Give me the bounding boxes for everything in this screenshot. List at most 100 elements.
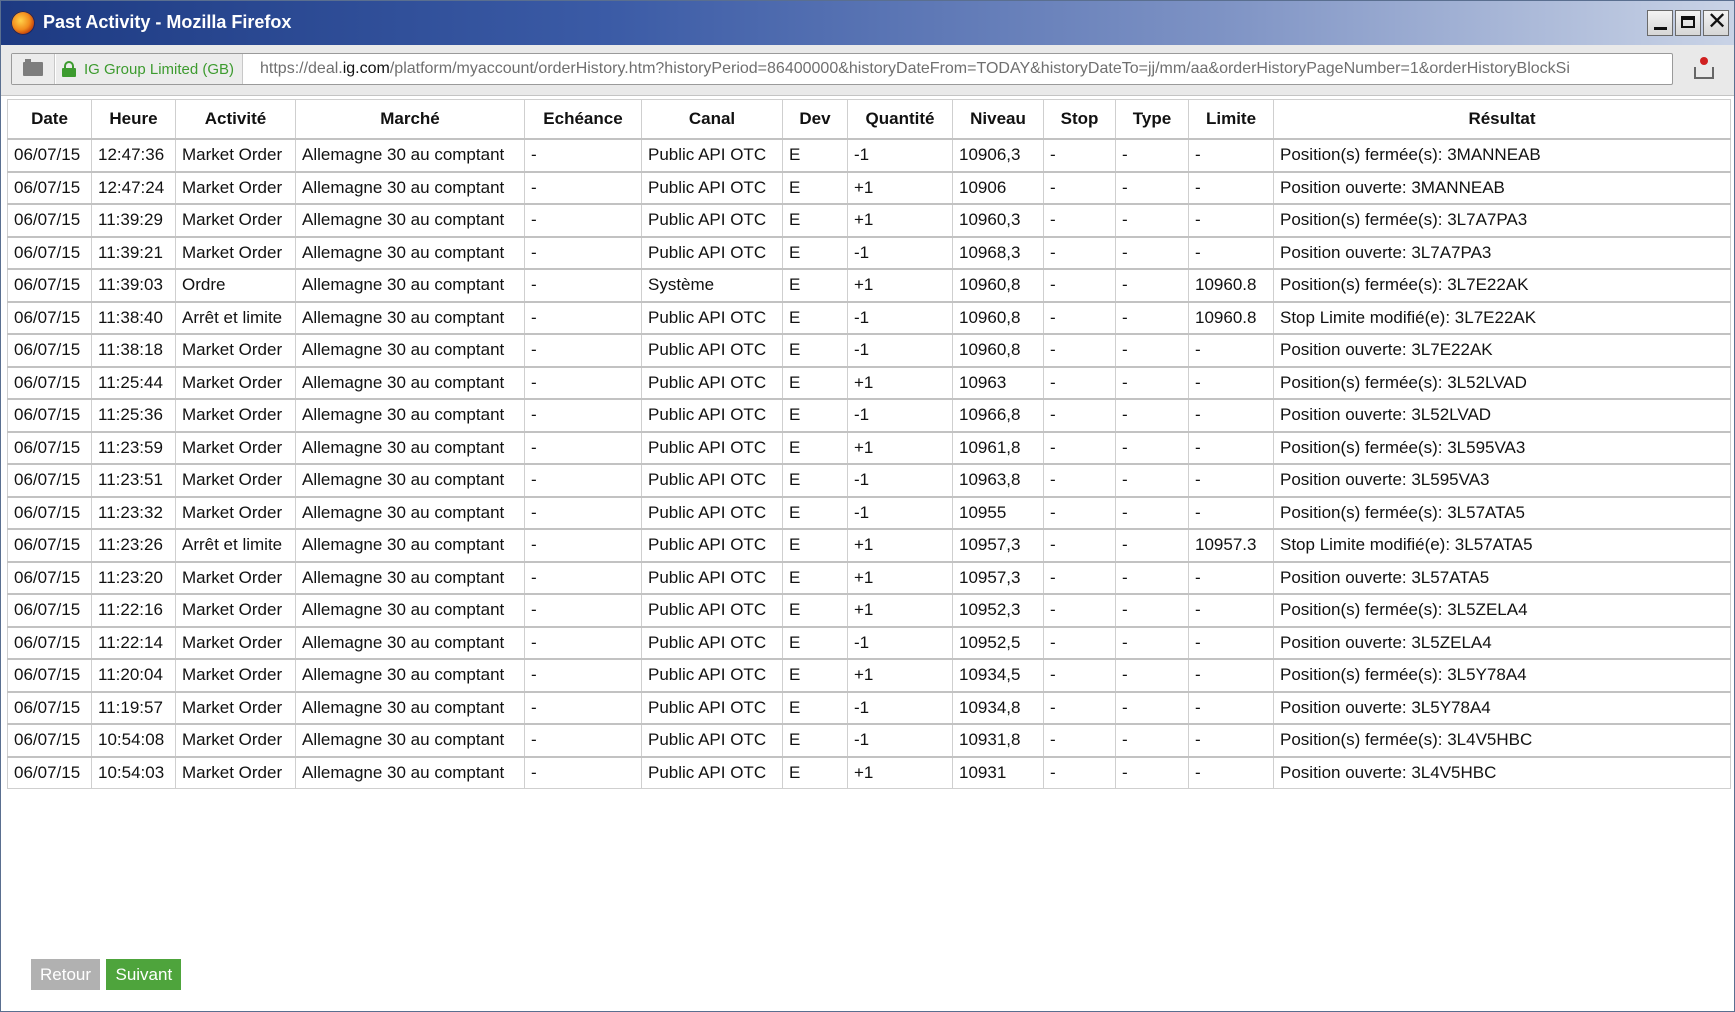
column-header-channel[interactable]: Canal (641, 99, 783, 140)
cell-channel: Public API OTC (641, 528, 783, 562)
cell-stop: - (1043, 333, 1116, 367)
cell-activity: Market Order (175, 755, 296, 789)
column-header-expiry[interactable]: Echéance (524, 99, 642, 140)
table-header-row: Date Heure Activité Marché Echéance Cana… (7, 99, 1731, 140)
cell-time: 11:23:51 (91, 463, 176, 497)
cell-level: 10960,3 (952, 203, 1044, 237)
cell-date: 06/07/15 (7, 723, 92, 757)
cell-result: Position ouverte: 3L7A7PA3 (1273, 235, 1731, 270)
cell-stop: - (1043, 690, 1116, 725)
cell-date: 06/07/15 (7, 755, 92, 789)
addon-notification-icon[interactable] (1691, 55, 1717, 81)
cell-stop: - (1043, 170, 1116, 205)
next-button[interactable]: Suivant (106, 959, 182, 990)
cell-date: 06/07/15 (7, 463, 92, 497)
cell-activity: Arrêt et limite (175, 528, 296, 562)
column-header-limit[interactable]: Limite (1188, 99, 1274, 140)
cell-date: 06/07/15 (7, 690, 92, 725)
url-field[interactable]: IG Group Limited (GB) https://deal.ig.co… (11, 53, 1673, 85)
pagination: Retour Suivant (31, 959, 183, 990)
cell-level: 10957,3 (952, 528, 1044, 562)
cell-currency: E (782, 170, 848, 205)
cell-channel: Public API OTC (641, 430, 783, 465)
cell-stop: - (1043, 560, 1116, 595)
cell-time: 11:22:16 (91, 593, 176, 627)
cell-market: Allemagne 30 au comptant (295, 398, 525, 432)
column-header-activity[interactable]: Activité (175, 99, 296, 140)
cell-stop: - (1043, 430, 1116, 465)
cell-level: 10968,3 (952, 235, 1044, 270)
cell-result: Position ouverte: 3L5ZELA4 (1273, 625, 1731, 660)
cell-expiry: - (524, 300, 642, 335)
cell-time: 11:23:32 (91, 495, 176, 530)
maximize-icon (1681, 16, 1695, 28)
url-text[interactable]: https://deal.ig.com/platform/myaccount/o… (260, 60, 1664, 78)
page-content: Date Heure Activité Marché Echéance Cana… (5, 97, 1732, 1007)
cell-date: 06/07/15 (7, 235, 92, 270)
column-header-quantity[interactable]: Quantité (847, 99, 953, 140)
cell-type: - (1115, 463, 1189, 497)
cell-limit: - (1188, 495, 1274, 530)
cell-quantity: +1 (847, 658, 953, 692)
cell-time: 11:38:40 (91, 300, 176, 335)
cell-limit: - (1188, 463, 1274, 497)
minimize-icon (1654, 27, 1667, 30)
column-header-currency[interactable]: Dev (782, 99, 848, 140)
cell-limit: 10957.3 (1188, 528, 1274, 562)
cell-date: 06/07/15 (7, 333, 92, 367)
cell-limit: - (1188, 593, 1274, 627)
cell-market: Allemagne 30 au comptant (295, 365, 525, 400)
cell-currency: E (782, 690, 848, 725)
cell-activity: Market Order (175, 593, 296, 627)
cell-market: Allemagne 30 au comptant (295, 463, 525, 497)
column-header-stop[interactable]: Stop (1043, 99, 1116, 140)
cell-currency: E (782, 235, 848, 270)
column-header-date[interactable]: Date (7, 99, 92, 140)
column-header-market[interactable]: Marché (295, 99, 525, 140)
table-row: 06/07/15 10:54:08 Market Order Allemagne 30… (7, 723, 1731, 757)
cell-result: Position ouverte: 3L7E22AK (1273, 333, 1731, 367)
cell-time: 11:23:20 (91, 560, 176, 595)
cell-market: Allemagne 30 au comptant (295, 430, 525, 465)
table-row: 06/07/15 11:23:26 Arrêt et limite Allemagne… (7, 528, 1731, 562)
close-button[interactable]: ✕ (1703, 9, 1729, 36)
cell-type: - (1115, 690, 1189, 725)
cell-date: 06/07/15 (7, 365, 92, 400)
cell-expiry: - (524, 203, 642, 237)
cell-stop: - (1043, 658, 1116, 692)
cell-currency: E (782, 723, 848, 757)
table-row: 06/07/15 11:23:59 Market Order Allemagne 30… (7, 430, 1731, 465)
url-path: /platform/myaccount/orderHistory.htm?his… (389, 60, 1570, 77)
minimize-button[interactable] (1647, 10, 1673, 36)
cell-limit: - (1188, 690, 1274, 725)
cell-result: Position(s) fermée(s): 3MANNEAB (1273, 138, 1731, 172)
cell-time: 10:54:08 (91, 723, 176, 757)
site-identity-button[interactable]: IG Group Limited (GB) (56, 54, 244, 84)
cell-market: Allemagne 30 au comptant (295, 268, 525, 302)
cell-activity: Market Order (175, 560, 296, 595)
cell-time: 11:25:44 (91, 365, 176, 400)
column-header-time[interactable]: Heure (91, 99, 176, 140)
cell-quantity: -1 (847, 723, 953, 757)
cell-level: 10961,8 (952, 430, 1044, 465)
cell-type: - (1115, 398, 1189, 432)
cell-time: 11:22:14 (91, 625, 176, 660)
column-header-type[interactable]: Type (1115, 99, 1189, 140)
column-header-result[interactable]: Résultat (1273, 99, 1731, 140)
table-body: 06/07/15 12:47:36 Market Order Allemagne 30… (7, 138, 1731, 789)
cell-currency: E (782, 430, 848, 465)
back-button[interactable]: Retour (31, 959, 101, 990)
table-row: 06/07/15 11:19:57 Market Order Allemagne 30… (7, 690, 1731, 725)
cell-quantity: +1 (847, 560, 953, 595)
cell-type: - (1115, 430, 1189, 465)
table-row: 06/07/15 11:20:04 Market Order Allemagne 30… (7, 658, 1731, 692)
cell-activity: Ordre (175, 268, 296, 302)
cell-stop: - (1043, 593, 1116, 627)
cell-activity: Market Order (175, 625, 296, 660)
cell-date: 06/07/15 (7, 268, 92, 302)
tab-group-button[interactable] (12, 54, 55, 84)
maximize-button[interactable] (1675, 10, 1701, 36)
cell-result: Position ouverte: 3L5Y78A4 (1273, 690, 1731, 725)
cell-expiry: - (524, 690, 642, 725)
column-header-level[interactable]: Niveau (952, 99, 1044, 140)
